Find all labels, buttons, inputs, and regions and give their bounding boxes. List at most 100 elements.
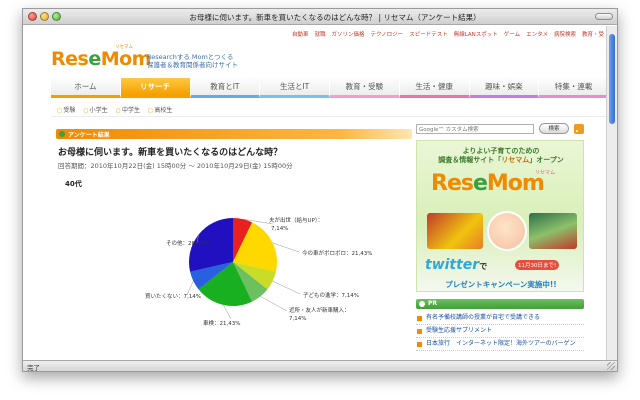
utility-nav: 自動車 就職 ガソリン価格 テクノロジー スピードテスト 無線LANスポット ゲ… — [292, 30, 604, 38]
site-logo[interactable]: ReseMom — [51, 48, 151, 70]
utility-link[interactable]: 教育・受 — [582, 30, 604, 38]
label-promotion-line2: 7,14% — [271, 226, 288, 232]
label-other: その他：28,57% — [166, 239, 209, 247]
subnav-item-exam[interactable]: 受験 — [57, 105, 75, 114]
site-tagline: Researchする Momとつくる 保護者＆教育関係者向けサイト — [147, 53, 238, 69]
banner-ruby: リセマム — [535, 170, 556, 176]
leader-line — [272, 242, 300, 253]
tab-education-it[interactable]: 教育とIT — [190, 78, 261, 98]
tab-feature[interactable]: 特集・連載 — [539, 78, 608, 98]
label-no-buy: 買いたくない：7,14% — [145, 293, 201, 300]
search-button[interactable]: 検索 — [539, 123, 569, 134]
tab-hobby[interactable]: 趣味・娯楽 — [469, 78, 540, 98]
tagline-line1: Researchする Momとつくる — [147, 53, 234, 61]
banner-line2-a: 調査＆情報サイト「 — [438, 156, 502, 164]
banner-line2: 調査＆情報サイト「リセマム」オープン — [421, 156, 581, 165]
age-group-label: 40代 — [65, 180, 82, 188]
twitter-wordmark: twitter — [425, 257, 480, 273]
sandwich-photo — [427, 213, 483, 249]
pr-bullet-icon — [417, 342, 422, 347]
section-label: アンケート結果 — [68, 132, 110, 139]
pr-label: PR — [428, 300, 438, 307]
utility-link[interactable]: ガソリン価格 — [332, 30, 365, 38]
title-bar: お母様に伺います。新車を買いたくなるのはどんな時？ | リセマム（アンケート結果… — [23, 9, 617, 25]
leader-line — [186, 280, 194, 296]
pr-bullet-icon — [417, 329, 422, 334]
resize-grip[interactable] — [607, 362, 615, 370]
leader-line — [222, 304, 232, 320]
label-neighbor-line1: 近所・友人が新車購入： — [289, 306, 350, 314]
toolbar-toggle-button[interactable] — [595, 13, 613, 20]
pr-item-text: 日本旅行 インターネット限定！海外ツアーのバーゲン — [426, 340, 576, 347]
pr-item-text: 受験生応援サプリメント — [426, 327, 493, 334]
zoom-button[interactable] — [52, 12, 61, 21]
campaign-banner[interactable]: よりよい子育てのための 調査＆情報サイト「リセマム」オープン ReseMom リ… — [416, 140, 584, 292]
pr-item[interactable]: 日本旅行 インターネット限定！海外ツアーのバーゲン — [416, 338, 584, 351]
label-inspection: 車検：21,43% — [203, 319, 240, 327]
children-photo — [529, 213, 577, 249]
search-input[interactable] — [417, 126, 533, 134]
twitter-suffix: で — [479, 262, 488, 271]
pr-list: 有名予備校講師の授業が自宅で受講できる 受験生応援サプリメント 日本旅行 インタ… — [416, 312, 584, 351]
utility-link[interactable]: 自動車 — [292, 30, 309, 38]
vertical-scrollbar[interactable] — [606, 26, 617, 362]
main-nav: ホーム リサーチ 教育とIT 生活とIT 教育・受験 生活・健康 趣味・娯楽 特… — [51, 78, 608, 98]
section-bullet-icon — [59, 131, 65, 137]
label-promotion-line1: 夫が出世（給与UP）： — [269, 216, 323, 224]
logo-text-prefix: Res — [51, 48, 89, 70]
banner-logo-prefix: Res — [431, 171, 474, 196]
minimize-button[interactable] — [40, 12, 49, 21]
banner-logo-o: e — [472, 171, 488, 196]
baby-mascot-image — [487, 211, 527, 251]
label-old-car: 今の車がボロボロ：21,43% — [302, 249, 372, 257]
pie-chart: 夫が出世（給与UP）： 7,14% 今の車がボロボロ：21,43% 子どもの進学… — [145, 216, 372, 327]
utility-link[interactable]: テクノロジー — [371, 30, 404, 38]
answer-period: 回答期間：2010年10月22日(金) 15時00分 〜 2010年10月29日… — [58, 162, 293, 170]
pr-item-text: 有名予備校講師の授業が自宅で受講できる — [426, 314, 540, 321]
scrollbar-thumb[interactable] — [609, 34, 615, 124]
leader-line — [272, 280, 301, 295]
twitter-logo: twitterで — [425, 257, 487, 273]
utility-link[interactable]: ゲーム — [504, 30, 520, 38]
page-viewport: 自動車 就職 ガソリン価格 テクノロジー スピードテスト 無線LANスポット ゲ… — [23, 26, 608, 362]
utility-link[interactable]: 無線LANスポット — [454, 30, 498, 38]
banner-logo: ReseMom — [431, 171, 545, 196]
status-text: 完了 — [27, 364, 40, 372]
sub-nav: 受験 小学生 中学生 高校生 — [57, 105, 172, 114]
banner-line1: よりよい子育てのための — [462, 147, 540, 155]
survey-section-header: アンケート結果 — [56, 129, 412, 139]
tab-research[interactable]: リサーチ — [120, 78, 191, 98]
subnav-item-high-school[interactable]: 高校生 — [148, 105, 172, 114]
close-button[interactable] — [28, 12, 37, 21]
date-badge: 11月30日まで! — [515, 260, 560, 270]
pr-item[interactable]: 有名予備校講師の授業が自宅で受講できる — [416, 312, 584, 325]
utility-link[interactable]: エンタメ — [526, 30, 548, 38]
banner-heading: よりよい子育てのための 調査＆情報サイト「リセマム」オープン — [421, 147, 581, 165]
tab-life-health[interactable]: 生活・健康 — [399, 78, 470, 98]
utility-link[interactable]: 就職 — [314, 30, 325, 38]
subnav-item-junior-high[interactable]: 中学生 — [116, 105, 140, 114]
rss-icon[interactable] — [574, 124, 584, 134]
utility-link[interactable]: 病院検索 — [554, 30, 576, 38]
utility-link[interactable]: スピードテスト — [409, 30, 448, 38]
window-title: お母様に伺います。新車を買いたくなるのはどんな時？ | リセマム（アンケート結果… — [189, 13, 481, 22]
pr-bullet-icon — [419, 301, 425, 307]
pr-item[interactable]: 受験生応援サプリメント — [416, 325, 584, 338]
tab-education-exam[interactable]: 教育・受験 — [330, 78, 400, 98]
custom-search-box — [416, 124, 534, 134]
subnav-item-elementary[interactable]: 小学生 — [83, 105, 108, 114]
status-bar: 完了 — [23, 360, 617, 371]
leader-line — [260, 296, 288, 312]
tab-home[interactable]: ホーム — [51, 78, 121, 98]
logo-ruby: リセマム — [115, 45, 133, 50]
question-title: お母様に伺います。新車を買いたくなるのはどんな時？ — [58, 148, 283, 158]
subnav-divider — [51, 116, 606, 117]
logo-text-suffix: Mom — [100, 48, 152, 70]
browser-window: お母様に伺います。新車を買いたくなるのはどんな時？ | リセマム（アンケート結果… — [22, 8, 618, 372]
campaign-text: プレゼントキャンペーン実施中!! — [445, 280, 557, 289]
label-child-school: 子どもの進学：7,14% — [303, 291, 359, 299]
tagline-line2: 保護者＆教育関係者向けサイト — [147, 61, 238, 69]
tab-life-it[interactable]: 生活とIT — [260, 78, 330, 98]
pr-section-header: PR — [416, 299, 584, 309]
banner-line2-b: リセマム — [501, 156, 530, 164]
